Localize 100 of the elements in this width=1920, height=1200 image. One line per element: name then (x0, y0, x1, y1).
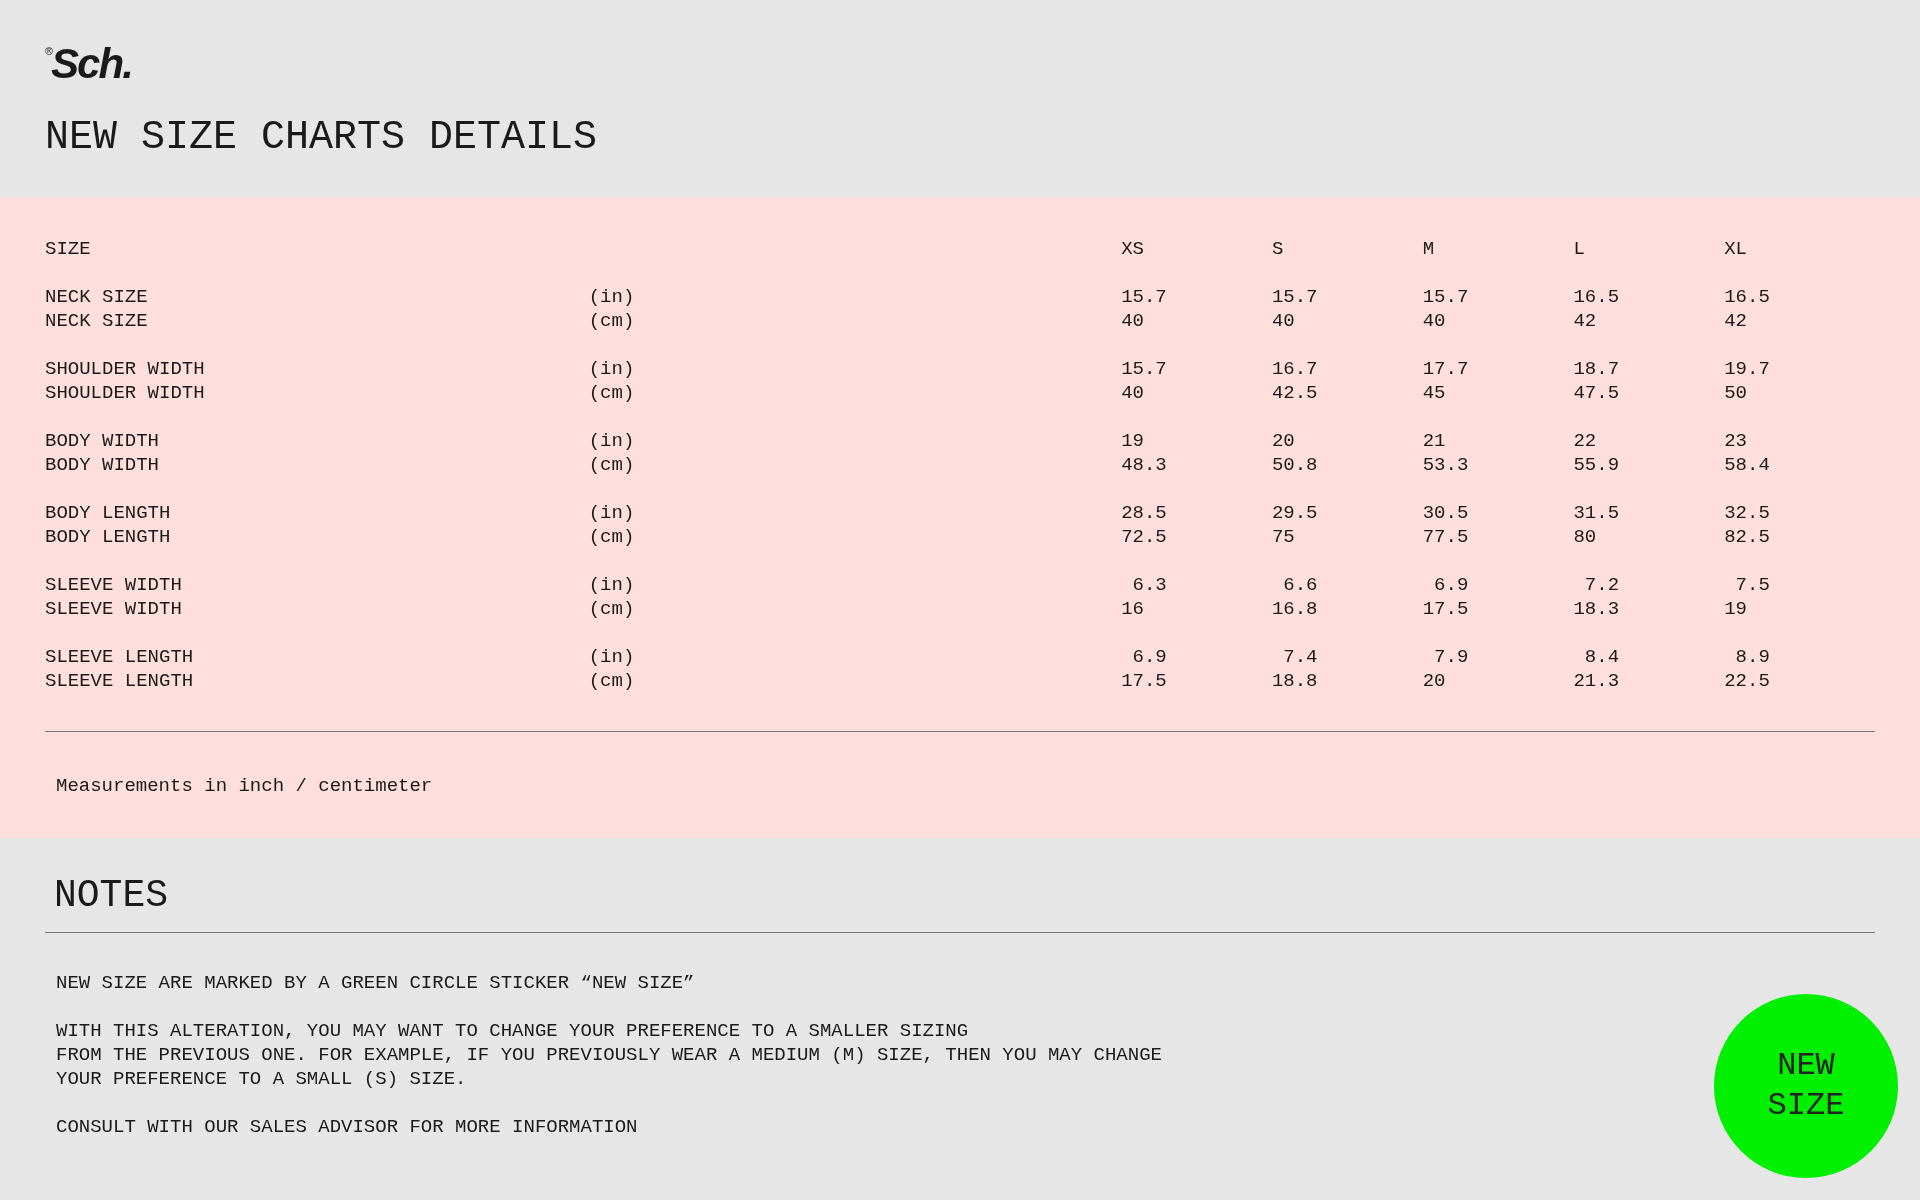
table-cell: 18.8 (1271, 670, 1318, 692)
table-cell: 40 (1121, 310, 1144, 332)
table-cell: 16.7 (1271, 358, 1318, 380)
table-cell-text: 7.2 (1583, 574, 1620, 596)
table-cell-text: 8.9 (1734, 646, 1770, 668)
table-cell: 16.5 (1573, 286, 1620, 308)
measurement-label: SLEEVE WIDTH (45, 598, 182, 620)
table-cell: 82.5 (1724, 526, 1770, 548)
unit-label: (cm) (588, 670, 635, 692)
table-cell: 29.5 (1271, 502, 1318, 524)
unit-label: (in) (588, 358, 635, 380)
measurement-label: BODY WIDTH (45, 454, 160, 476)
size-header: S (1271, 238, 1284, 260)
unit-label: (in) (588, 646, 635, 668)
table-cell-text: 6.9 (1433, 574, 1469, 596)
table-cell: 42 (1724, 310, 1747, 332)
table-cell: 45 (1422, 382, 1446, 404)
table-cell: 23 (1724, 430, 1747, 452)
note-text: FROM THE PREVIOUS ONE. FOR EXAMPLE, IF YOU PREVIOUSLY WEAR A MEDIUM (M) SIZE, THEN YOU MAY CHANGE (56, 1043, 1162, 1067)
table-cell-text: 6.9 (1131, 646, 1167, 668)
table-cell: 20 (1271, 430, 1295, 452)
unit-label: (in) (588, 502, 635, 524)
note-text: WITH THIS ALTERATION, YOU MAY WANT TO CHANGE YOUR PREFERENCE TO A SMALLER SIZING (56, 1019, 969, 1043)
table-cell: 80 (1573, 526, 1597, 548)
table-cell: 22.5 (1724, 670, 1770, 692)
unit-label: (cm) (588, 382, 635, 404)
table-cell: 40 (1422, 310, 1446, 332)
table-cell: 17.7 (1422, 358, 1469, 380)
table-cell: 47.5 (1573, 382, 1620, 404)
table-cell: 75 (1271, 526, 1295, 548)
table-cell: 15.7 (1271, 286, 1318, 308)
unit-label: (in) (588, 286, 635, 308)
table-cell: 21.3 (1573, 670, 1620, 692)
note-text: NEW SIZE ARE MARKED BY A GREEN CIRCLE STICKER “NEW SIZE” (56, 971, 695, 995)
unit-label: (in) (588, 430, 635, 452)
table-cell: 50.8 (1271, 454, 1318, 476)
measurement-label: BODY WIDTH (45, 430, 160, 452)
table-cell: 28.5 (1121, 502, 1167, 524)
table-cell: 31.5 (1573, 502, 1620, 524)
table-cell: 55.9 (1573, 454, 1620, 476)
size-header: L (1573, 238, 1585, 260)
table-cell: 19 (1724, 598, 1747, 620)
table-cell: 16.5 (1724, 286, 1770, 308)
unit-label: (in) (588, 574, 635, 596)
table-cell: 22 (1573, 430, 1597, 452)
measurement-label: BODY LENGTH (45, 526, 171, 548)
table-cell-text: 7.4 (1282, 646, 1318, 668)
table-cell: 15.7 (1121, 286, 1167, 308)
sticker-text: NEW (1777, 1046, 1835, 1086)
unit-label: (cm) (588, 310, 635, 332)
measurement-label: SLEEVE LENGTH (45, 646, 194, 668)
measurement-label: NECK SIZE (45, 310, 148, 332)
table-cell: 53.3 (1422, 454, 1469, 476)
table-cell: 77.5 (1422, 526, 1469, 548)
table-header: SIZE (45, 237, 92, 261)
table-cell-text: 6.6 (1282, 574, 1318, 596)
size-header: M (1422, 238, 1435, 260)
table-cell: 18.7 (1573, 358, 1620, 380)
table-cell: 48.3 (1121, 454, 1167, 476)
note-text: CONSULT WITH OUR SALES ADVISOR FOR MORE INFORMATION (56, 1115, 638, 1139)
table-cell: 58.4 (1724, 454, 1770, 476)
measurement-label: NECK SIZE (45, 286, 148, 308)
table-cell: 42.5 (1271, 382, 1318, 404)
page-title: NEW SIZE CHARTS DETAILS (45, 114, 598, 162)
table-cell: 32.5 (1724, 502, 1770, 524)
table-cell: 16.8 (1271, 598, 1318, 620)
unit-label: (cm) (588, 526, 635, 548)
table-cell: 18.3 (1573, 598, 1620, 620)
table-cell-text: 6.3 (1131, 574, 1167, 596)
table-cell-text: 8.4 (1583, 646, 1620, 668)
table-cell-text: 7.5 (1734, 574, 1770, 596)
table-cell: 30.5 (1422, 502, 1469, 524)
table-cell: 72.5 (1121, 526, 1167, 548)
table-cell: 20 (1422, 670, 1446, 692)
logo: Sch. (51, 44, 132, 84)
table-cell: 21 (1422, 430, 1446, 452)
table-cell: 17.5 (1121, 670, 1167, 692)
table-cell: 19 (1121, 430, 1144, 452)
table-cell: 17.5 (1422, 598, 1469, 620)
measurement-label: SHOULDER WIDTH (45, 358, 205, 380)
measurement-label: BODY LENGTH (45, 502, 171, 524)
sticker-text: SIZE (1767, 1086, 1845, 1126)
table-cell: 15.7 (1422, 286, 1469, 308)
note-text: YOUR PREFERENCE TO A SMALL (S) SIZE. (56, 1067, 467, 1091)
table-cell: 19.7 (1724, 358, 1770, 380)
measurement-label: SHOULDER WIDTH (45, 382, 205, 404)
size-header: XS (1121, 238, 1144, 260)
table-cell: 40 (1271, 310, 1295, 332)
table-cell: 16 (1121, 598, 1144, 620)
table-cell: 40 (1121, 382, 1144, 404)
notes-title: NOTES (54, 874, 169, 918)
measurement-label: SLEEVE LENGTH (45, 670, 194, 692)
table-cell: 50 (1724, 382, 1747, 404)
table-cell-text: 7.9 (1433, 646, 1469, 668)
unit-label: (cm) (588, 598, 635, 620)
unit-label: (cm) (588, 454, 635, 476)
logo-registered-mark: ® (45, 46, 54, 57)
table-cell: 42 (1573, 310, 1597, 332)
measurement-footnote: Measurements in inch / centimeter (56, 774, 433, 798)
table-cell: 15.7 (1121, 358, 1167, 380)
